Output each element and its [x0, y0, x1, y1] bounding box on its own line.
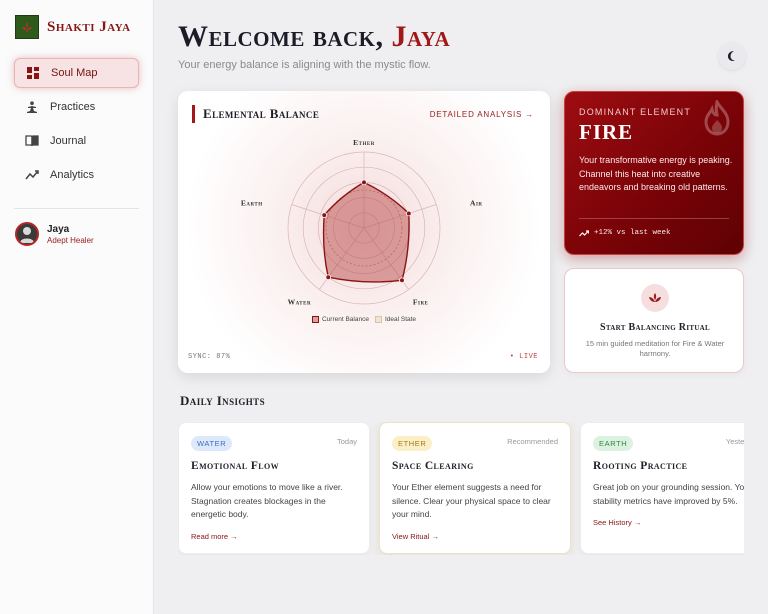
trend-chart-icon	[24, 167, 40, 183]
elemental-balance-card: Ether Air Fire Water Earth Elemental Balance…	[178, 91, 550, 373]
legend-ideal: Ideal State	[374, 316, 417, 323]
data-point-water	[325, 274, 332, 280]
element-tag: WATER	[191, 436, 233, 451]
avatar	[15, 222, 39, 246]
user-profile[interactable]: Jaya Adept Healer	[15, 222, 94, 246]
sidebar-divider	[14, 208, 139, 209]
insight-date: Today	[336, 437, 357, 446]
page-subtitle: Your energy balance is aligning with the…	[178, 59, 431, 71]
sidebar-item-practices[interactable]: Practices	[14, 92, 139, 122]
element-tag: EARTH	[593, 436, 634, 451]
axis-label-water: Water	[288, 297, 312, 306]
see-history-link[interactable]: See History →	[593, 518, 641, 527]
detailed-analysis-link[interactable]: DETAILED ANALYSIS →	[430, 110, 534, 119]
current-balance-shape	[322, 181, 410, 283]
insight-body: Your Ether element suggests a need for s…	[392, 482, 551, 519]
axis-label-earth: Earth	[241, 199, 263, 208]
meditation-icon	[24, 99, 40, 115]
data-point-earth	[321, 212, 328, 218]
elemental-radar-chart: Ether Air Fire Water Earth	[241, 138, 482, 306]
weekly-trend: +12% vs last week	[579, 229, 671, 237]
insight-date: Yesterday	[725, 437, 744, 446]
page-title-prefix: Welcome back,	[178, 20, 392, 53]
live-indicator: • LIVE	[509, 353, 538, 361]
flame-icon	[704, 100, 730, 136]
card-header: Elemental Balance	[192, 105, 319, 123]
moon-icon	[727, 51, 735, 62]
data-point-air	[406, 210, 412, 217]
insight-card-earth[interactable]: EARTH Yesterday Rooting Practice Great j…	[580, 422, 744, 554]
axis-label-fire: Fire	[413, 297, 429, 306]
legend-ideal-label: Ideal State	[384, 316, 417, 323]
divider	[579, 218, 729, 219]
insight-title: Emotional Flow	[191, 460, 280, 472]
insight-card-water[interactable]: WATER Today Emotional Flow Allow your em…	[178, 422, 370, 554]
data-point-ether	[361, 179, 367, 186]
insight-title: Space Clearing	[392, 460, 474, 472]
lotus-icon	[641, 284, 669, 312]
trend-up-icon	[579, 229, 589, 236]
insight-body: Great job on your grounding session. You…	[593, 482, 744, 506]
sidebar-item-journal[interactable]: Journal	[14, 126, 139, 156]
element-tag: ETHER	[392, 436, 433, 451]
sidebar-item-analytics[interactable]: Analytics	[14, 160, 139, 190]
profile-name: Jaya	[47, 223, 70, 235]
insight-title: Rooting Practice	[593, 460, 688, 472]
sidebar-nav: Soul Map Practices Journal Analytics	[14, 58, 139, 194]
insight-body: Allow your emotions to move like a river…	[191, 482, 343, 519]
book-icon	[24, 133, 40, 149]
view-ritual-link[interactable]: View Ritual →	[392, 532, 439, 541]
insight-date: Recommended	[507, 437, 558, 446]
profile-role: Adept Healer	[47, 235, 94, 245]
lotus-logo-icon	[15, 15, 39, 39]
dashboard-grid-icon	[25, 65, 41, 81]
insight-card-ether[interactable]: ETHER Recommended Space Clearing Your Et…	[379, 422, 571, 554]
accent-bar	[192, 105, 195, 123]
chart-legend: Current Balance Ideal State	[178, 316, 550, 323]
sidebar-item-label: Soul Map	[51, 67, 98, 79]
page-title: Welcome back, Jaya	[178, 20, 450, 54]
legend-swatch-current	[311, 316, 319, 323]
brand-name: Shakti Jaya	[47, 18, 131, 35]
sync-status: SYNC: 87%	[188, 353, 231, 361]
data-point-fire	[399, 277, 405, 284]
theme-toggle-button[interactable]	[718, 42, 746, 70]
sidebar-item-label: Journal	[50, 135, 87, 147]
trend-text: +12% vs last week	[594, 229, 671, 237]
daily-insights-title: Daily Insights	[180, 393, 265, 408]
sidebar-item-label: Practices	[50, 101, 96, 113]
ritual-title: Start Balancing Ritual	[599, 322, 711, 333]
dominant-label: DOMINANT ELEMENT	[579, 107, 692, 117]
dominant-element: FIRE	[579, 120, 634, 144]
elemental-title: Elemental Balance	[203, 106, 320, 121]
page-title-name: Jaya	[391, 20, 451, 53]
dominant-description: Your transformative energy is peaking. C…	[579, 155, 733, 192]
legend-current-label: Current Balance	[321, 316, 369, 323]
sidebar-item-label: Analytics	[50, 169, 95, 181]
sidebar-item-soul-map[interactable]: Soul Map	[14, 58, 139, 88]
read-more-link[interactable]: Read more →	[191, 532, 238, 541]
insights-carousel[interactable]: WATER Today Emotional Flow Allow your em…	[178, 422, 744, 555]
dominant-element-card: DOMINANT ELEMENT FIRE Your transformativ…	[564, 91, 744, 255]
axis-label-air: Air	[470, 199, 482, 208]
ritual-description: 15 min guided meditation for Fire & Wate…	[585, 339, 725, 358]
brand[interactable]: Shakti Jaya	[15, 15, 131, 39]
sidebar: Shakti Jaya Soul Map Practices Journal A…	[0, 0, 154, 614]
axis-label-ether: Ether	[353, 138, 375, 147]
legend-current: Current Balance	[311, 316, 369, 323]
legend-swatch-ideal	[374, 316, 382, 323]
balancing-ritual-card[interactable]: Start Balancing Ritual 15 min guided med…	[564, 268, 744, 373]
